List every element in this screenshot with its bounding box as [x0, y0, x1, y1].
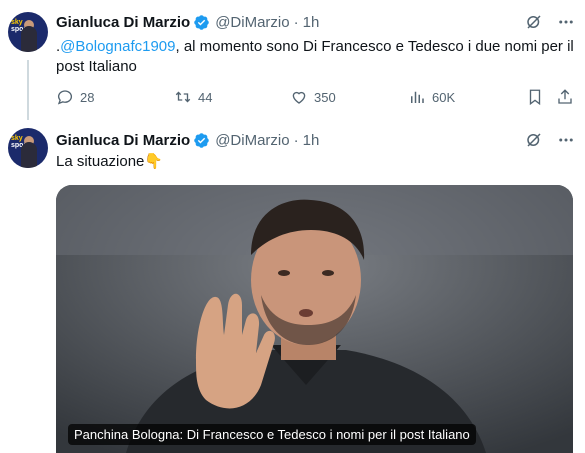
- tweet-header: Gianluca Di Marzio @DiMarzio · 1h: [56, 12, 319, 32]
- mention-link[interactable]: @Bolognafc1909: [60, 38, 175, 55]
- media-caption: Panchina Bologna: Di Francesco e Tedesco…: [68, 424, 476, 445]
- author-name[interactable]: Gianluca Di Marzio: [56, 132, 190, 149]
- retweet-button[interactable]: 44: [174, 88, 212, 106]
- tweet-top-actions: [525, 13, 575, 31]
- author-name[interactable]: Gianluca Di Marzio: [56, 14, 190, 31]
- like-count: 350: [314, 89, 336, 105]
- retweet-count: 44: [198, 89, 213, 105]
- more-options-icon[interactable]: [557, 131, 575, 149]
- timestamp[interactable]: 1h: [303, 14, 320, 31]
- reply-icon: [57, 90, 73, 105]
- reply-count: 28: [80, 89, 95, 105]
- avatar-person-body: [21, 142, 37, 168]
- avatar[interactable]: sky sport: [8, 12, 48, 52]
- coach-photo: [56, 185, 573, 453]
- bookmark-button[interactable]: [526, 88, 544, 106]
- share-button[interactable]: [556, 88, 574, 106]
- tweet-actions: 28 44 350 60K: [56, 87, 575, 107]
- thread-connector-line: [27, 60, 29, 120]
- bookmark-icon: [529, 89, 541, 106]
- view-count: 60K: [432, 89, 456, 105]
- grok-icon[interactable]: [525, 13, 543, 31]
- like-button[interactable]: 350: [290, 88, 336, 106]
- heart-icon: [292, 91, 306, 104]
- separator-dot: ·: [293, 131, 299, 149]
- separator-dot: ·: [293, 13, 299, 31]
- avatar[interactable]: sky sport: [8, 128, 48, 168]
- tweet-text: .@Bolognafc1909, al momento sono Di Fran…: [56, 37, 576, 77]
- share-icon: [558, 89, 572, 104]
- tweet-media-image[interactable]: Panchina Bologna: Di Francesco e Tedesco…: [56, 185, 573, 453]
- reply-button[interactable]: 28: [56, 88, 94, 106]
- timestamp[interactable]: 1h: [303, 132, 320, 149]
- retweet-icon: [175, 91, 191, 103]
- verified-badge-icon: [194, 14, 209, 30]
- tweet-1[interactable]: sky sport Gianluca Di Marzio @DiMarzio · …: [0, 0, 585, 120]
- views-button[interactable]: 60K: [408, 88, 455, 106]
- avatar-person-body: [21, 26, 37, 52]
- tweet-header: Gianluca Di Marzio @DiMarzio · 1h: [56, 130, 319, 150]
- tweet-text: La situazione👇: [56, 153, 164, 170]
- author-handle[interactable]: @DiMarzio: [215, 132, 289, 149]
- views-chart-icon: [411, 91, 424, 103]
- verified-badge-icon: [194, 132, 209, 148]
- author-handle[interactable]: @DiMarzio: [215, 14, 289, 31]
- grok-icon[interactable]: [525, 131, 543, 149]
- more-options-icon[interactable]: [557, 13, 575, 31]
- tweet-top-actions: [525, 131, 575, 149]
